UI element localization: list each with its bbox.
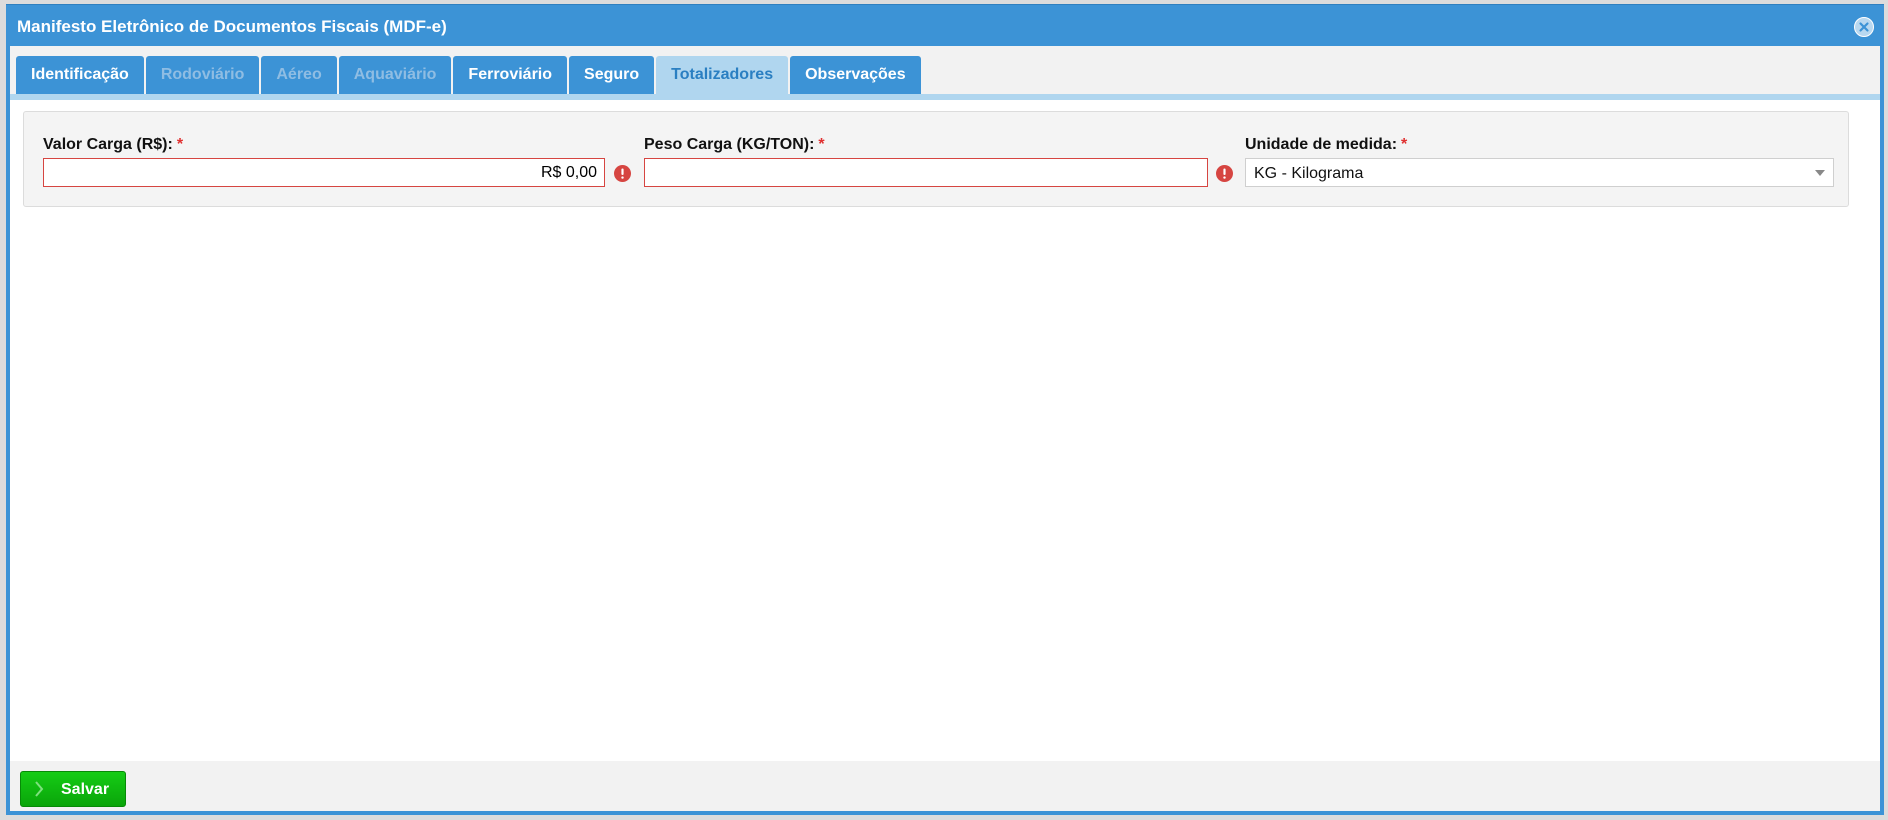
peso-carga-label-text: Peso Carga (KG/TON):	[644, 136, 815, 153]
required-mark: *	[818, 136, 825, 153]
unidade-medida-select[interactable]: KG - Kilograma	[1245, 158, 1834, 187]
valor-carga-input[interactable]	[43, 158, 605, 187]
dialog-titlebar: Manifesto Eletrônico de Documentos Fisca…	[6, 4, 1884, 46]
chevron-right-icon	[35, 781, 44, 797]
valor-carga-label-text: Valor Carga (R$):	[43, 136, 173, 153]
valor-carga-label: Valor Carga (R$): *	[43, 136, 183, 154]
close-icon[interactable]	[1854, 17, 1874, 37]
tab-aquaviario[interactable]: Aquaviário	[338, 56, 452, 94]
tab-aereo[interactable]: Aéreo	[261, 56, 337, 94]
dialog-title: Manifesto Eletrônico de Documentos Fisca…	[17, 17, 447, 36]
chevron-down-icon	[1815, 170, 1825, 176]
tab-totalizadores[interactable]: Totalizadores	[656, 56, 789, 94]
tab-observacoes[interactable]: Observações	[790, 56, 921, 94]
unidade-medida-value: KG - Kilograma	[1254, 165, 1364, 182]
totalizadores-panel: Valor Carga (R$):* Peso Carga (KG/TON):*…	[23, 111, 1849, 207]
dialog-footer: Salvar	[10, 761, 1880, 811]
tab-strip: Identificação Rodoviário Aéreo Aquaviári…	[10, 46, 1880, 100]
required-mark: *	[1401, 136, 1408, 153]
peso-carga-label: Peso Carga (KG/TON): *	[644, 136, 825, 154]
tab-seguro[interactable]: Seguro	[569, 56, 655, 94]
save-button[interactable]: Salvar	[20, 771, 126, 807]
tab-list: Identificação Rodoviário Aéreo Aquaviári…	[16, 56, 921, 94]
unidade-medida-label: Unidade de medida: *	[1245, 136, 1407, 154]
tab-identificacao[interactable]: Identificação	[16, 56, 144, 94]
required-mark: *	[176, 136, 184, 153]
error-icon	[614, 165, 631, 182]
error-icon	[1216, 165, 1233, 182]
mdfe-dialog: Manifesto Eletrônico de Documentos Fisca…	[6, 4, 1884, 815]
tab-ferroviario[interactable]: Ferroviário	[453, 56, 568, 94]
tab-underline	[10, 94, 1880, 100]
tab-rodoviario[interactable]: Rodoviário	[145, 56, 260, 94]
peso-carga-input[interactable]	[644, 158, 1208, 187]
save-button-label: Salvar	[61, 781, 110, 798]
unidade-medida-label-text: Unidade de medida:	[1245, 136, 1398, 153]
